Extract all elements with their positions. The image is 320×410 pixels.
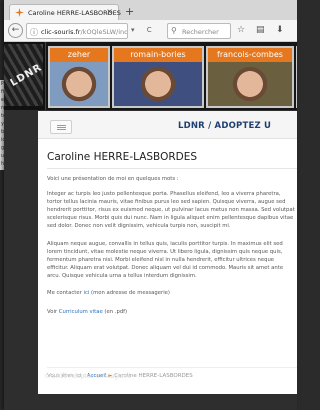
- cv-line: Voir Curriculum vitae (en .pdf): [47, 308, 297, 316]
- bookmark-star-icon[interactable]: ☆: [237, 25, 245, 35]
- intern-name: zeher: [50, 48, 108, 62]
- navigation-bar: ← ⓘ clic-souris.fr/kOQleSLW/index. ▾ C ⚲…: [4, 20, 297, 42]
- reload-icon[interactable]: C: [147, 26, 152, 34]
- paragraph: Aliquam neque augue, convallis in tellus…: [47, 241, 284, 279]
- paragraph: Integer ac turpis leo justo pellentesque…: [47, 191, 295, 229]
- dropdown-icon[interactable]: ▾: [131, 26, 135, 34]
- intern-name: francois-combes: [208, 48, 292, 62]
- url-host: clic-souris.fr: [41, 28, 81, 36]
- main-content-card: LDNR / ADOPTEZ U Caroline HERRE-LASBORDE…: [38, 111, 297, 394]
- site-info-icon[interactable]: ⓘ: [30, 27, 38, 38]
- intern-photo[interactable]: francois-combes: [206, 46, 294, 108]
- tab-bar: Caroline HERRE-LASBORDES × +: [4, 0, 297, 20]
- search-input[interactable]: ⚲ Rechercher: [167, 23, 231, 39]
- portrait: [61, 66, 97, 106]
- reader-icon[interactable]: ▤: [256, 25, 265, 35]
- copyright-text: © 2016 Adoptez un stagiaire: [44, 373, 131, 380]
- cv-suffix: (en .pdf): [102, 309, 128, 315]
- intern-name: romain-bories: [114, 48, 202, 62]
- page-title: Caroline HERRE-LASBORDES: [47, 151, 198, 163]
- search-icon: ⚲: [171, 26, 177, 35]
- cv-prefix: Voir: [47, 309, 59, 315]
- new-tab-button[interactable]: +: [125, 5, 134, 18]
- footer: © 2016 Adoptez un stagiaire: [4, 373, 297, 410]
- site-logo[interactable]: LDNR: [4, 42, 46, 110]
- contact-prefix: Me contacter: [47, 290, 84, 296]
- content-header: LDNR / ADOPTEZ U: [38, 111, 297, 139]
- browser-window: Caroline HERRE-LASBORDES × + ← ⓘ clic-so…: [4, 0, 297, 410]
- site-favicon-icon: [15, 8, 24, 17]
- download-icon[interactable]: ⬇: [276, 25, 284, 35]
- menu-toggle-button[interactable]: [50, 120, 72, 134]
- url-path: /kOQleSLW/index.: [80, 28, 128, 36]
- header-banner: LDNR zeher romain-bories francois-combes: [4, 42, 297, 110]
- search-placeholder: Rechercher: [182, 28, 219, 36]
- browser-tab[interactable]: Caroline HERRE-LASBORDES ×: [9, 4, 121, 20]
- site-title[interactable]: LDNR / ADOPTEZ U: [178, 121, 271, 131]
- intern-photo[interactable]: zeher: [48, 46, 110, 108]
- cv-link[interactable]: Curriculum vitae: [59, 309, 103, 315]
- left-margin: [8, 111, 38, 394]
- address-bar[interactable]: ⓘ clic-souris.fr/kOQleSLW/index.: [26, 23, 128, 39]
- close-tab-icon[interactable]: ×: [106, 8, 113, 16]
- contact-line: Me contacter ici (mon adresse de message…: [47, 289, 297, 297]
- back-button[interactable]: ←: [8, 23, 23, 38]
- intern-photo[interactable]: romain-bories: [112, 46, 204, 108]
- article: Caroline HERRE-LASBORDES Voici une prése…: [47, 151, 297, 323]
- intro-text: Voici une présentation de moi en quelque…: [47, 176, 179, 182]
- portrait: [140, 66, 176, 106]
- contact-suffix: (mon adresse de messagerie): [89, 290, 170, 296]
- portrait: [232, 66, 268, 106]
- url-actions: ▾ C: [131, 26, 152, 34]
- intern-photo[interactable]: [296, 46, 297, 108]
- divider: [47, 168, 297, 169]
